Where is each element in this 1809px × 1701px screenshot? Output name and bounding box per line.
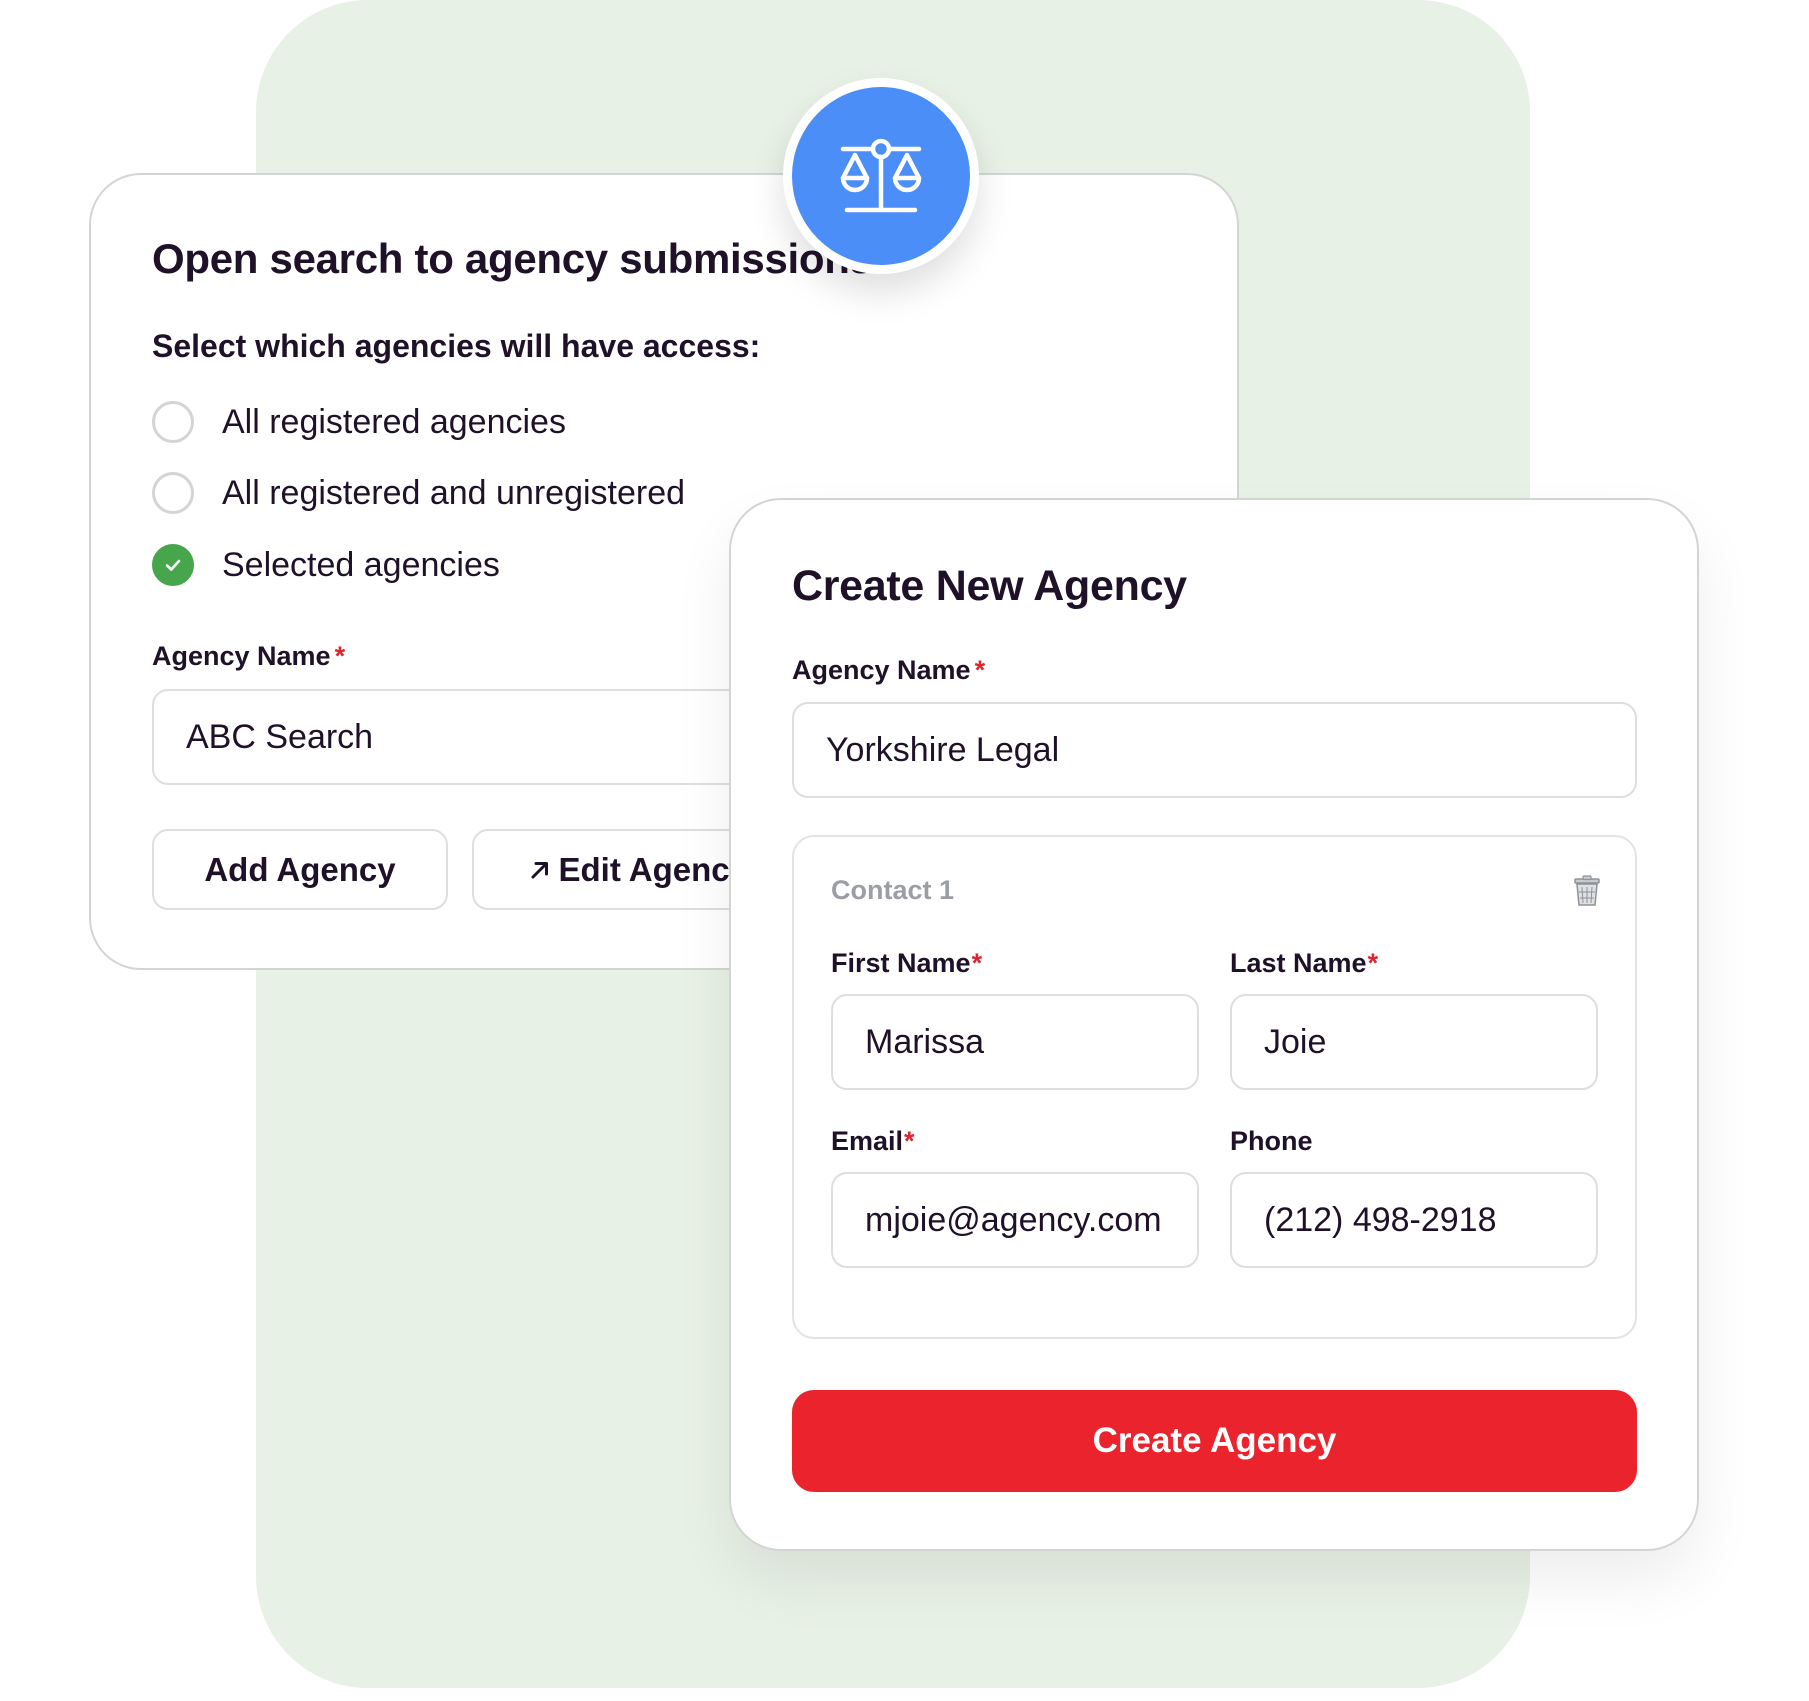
add-agency-button[interactable]: Add Agency [152,829,448,910]
create-agency-button[interactable]: Create Agency [792,1390,1637,1492]
first-name-input[interactable]: Marissa [831,994,1199,1090]
email-label-text: Email [831,1126,904,1156]
agency-name-input[interactable]: Yorkshire Legal [792,702,1637,798]
access-card-subtitle: Select which agencies will have access: [152,328,761,364]
first-name-label: First Name* [831,948,982,979]
access-card-title: Open search to agency submissions? [152,235,899,282]
last-name-label: Last Name* [1230,948,1378,979]
badge-circle [792,87,970,265]
required-asterisk: * [974,655,986,685]
radio-unchecked-icon[interactable] [152,472,194,514]
phone-input[interactable]: (212) 498-2918 [1230,1172,1598,1268]
option-selected-agencies[interactable]: Selected agencies [152,541,500,589]
option-all-registered-unregistered[interactable]: All registered and unregistered [152,469,685,517]
required-asterisk: * [904,1126,915,1156]
radio-checked-icon[interactable] [152,544,194,586]
agency-name-label: Agency Name * [152,641,345,672]
agency-name-label-text: Agency Name [152,641,331,671]
required-asterisk: * [334,641,346,671]
trash-icon[interactable] [1573,875,1601,907]
required-asterisk: * [1367,948,1379,978]
option-label: All registered and unregistered [222,473,686,512]
agency-name-label-text: Agency Name [792,655,971,685]
radio-unchecked-icon[interactable] [152,401,194,443]
contact-label: Contact 1 [831,875,955,905]
scales-icon [840,138,922,213]
contact-section: Contact 1 First Name* Marissa Last Name* [792,835,1637,1339]
email-label: Email* [831,1126,915,1157]
agency-name-label: Agency Name * [792,655,985,686]
external-link-arrow-icon [529,859,551,881]
phone-label: Phone [1230,1126,1313,1156]
last-name-label-text: Last Name [1230,948,1367,978]
option-all-registered[interactable]: All registered agencies [152,398,566,446]
create-agency-card: Create New Agency Agency Name * Yorkshire… [729,498,1699,1551]
email-input[interactable]: mjoie@agency.com [831,1172,1199,1268]
first-name-label-text: First Name [831,948,971,978]
last-name-input[interactable]: Joie [1230,994,1598,1090]
create-agency-title: Create New Agency [792,562,1187,610]
required-asterisk: * [971,948,983,978]
option-label: Selected agencies [222,545,500,584]
option-label: All registered agencies [222,402,566,441]
badge [783,78,979,274]
checkmark-icon [165,559,181,571]
